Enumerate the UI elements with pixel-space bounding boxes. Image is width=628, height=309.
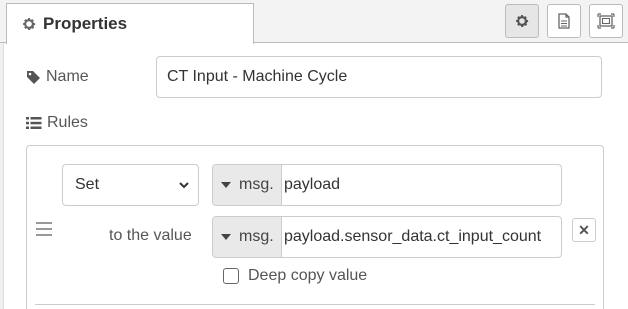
close-icon: ✕ <box>578 221 590 238</box>
tab-bar: Properties <box>0 0 628 44</box>
rule-target-input[interactable]: msg. payload <box>212 164 562 206</box>
rule-source-input[interactable]: msg. payload.sensor_data.ct_input_count <box>212 216 562 258</box>
remove-rule-button[interactable]: ✕ <box>572 218 596 242</box>
frame-icon <box>597 13 615 29</box>
document-icon <box>558 13 570 29</box>
to-the-value-label: to the value <box>109 227 192 244</box>
deep-copy-label: Deep copy value <box>248 267 368 284</box>
target-value[interactable]: payload <box>282 165 561 205</box>
gear-icon <box>516 15 529 27</box>
tab-label: Properties <box>43 14 128 33</box>
side-rail <box>0 43 4 309</box>
chevron-down-icon <box>179 182 189 189</box>
description-tab-button[interactable] <box>547 4 581 38</box>
deep-copy-checkbox[interactable] <box>223 268 239 284</box>
source-type-button[interactable]: msg. <box>213 217 282 257</box>
rule-action-value: Set <box>75 176 100 193</box>
source-value[interactable]: payload.sensor_data.ct_input_count <box>282 217 561 257</box>
target-type-label: msg. <box>239 176 274 193</box>
target-type-button[interactable]: msg. <box>213 165 282 205</box>
name-row: Name <box>26 56 606 98</box>
gear-icon <box>23 18 36 30</box>
caret-down-icon <box>221 234 231 240</box>
settings-tab-button[interactable] <box>505 4 539 38</box>
deep-copy-row: Deep copy value <box>223 267 367 285</box>
rule-divider <box>35 304 595 305</box>
tab-properties[interactable]: Properties <box>6 3 254 44</box>
list-icon <box>26 117 42 129</box>
name-label-text: Name <box>46 68 89 85</box>
name-label: Name <box>26 68 156 86</box>
source-type-label: msg. <box>239 228 274 245</box>
rules-label-text: Rules <box>47 114 88 131</box>
rules-label: Rules <box>26 114 88 132</box>
name-input[interactable] <box>156 56 602 98</box>
appearance-tab-button[interactable] <box>589 4 623 38</box>
rule-action-select[interactable]: Set <box>62 164 199 206</box>
rules-list: Set msg. payload to the value msg. paylo… <box>26 145 604 309</box>
drag-handle-icon[interactable] <box>36 222 52 236</box>
caret-down-icon <box>221 182 231 188</box>
tag-icon <box>27 70 40 84</box>
